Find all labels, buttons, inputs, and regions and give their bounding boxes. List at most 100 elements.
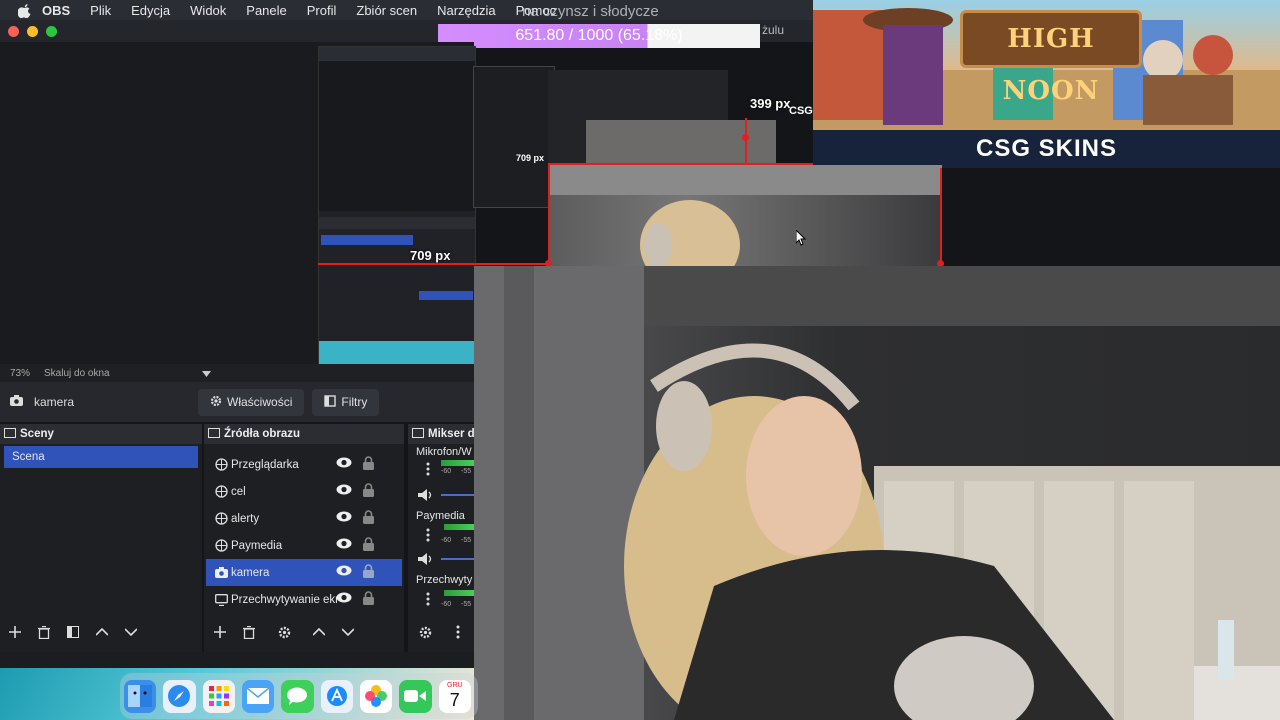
calendar-day: 7 [449, 690, 460, 710]
source-label: Paymedia [231, 539, 283, 552]
finder-icon[interactable] [124, 679, 157, 713]
source-item[interactable]: Przechwytywanie ekr [206, 586, 402, 613]
scene-filters-button[interactable] [62, 622, 84, 642]
safari-icon[interactable] [163, 679, 196, 713]
mixer-header: Mikser d [408, 424, 474, 444]
scene-item[interactable]: Scena [4, 446, 198, 468]
menu-app-name[interactable]: OBS [42, 3, 70, 18]
scale-mode-select[interactable]: Skaluj do okna [44, 368, 110, 379]
visibility-eye-icon[interactable] [336, 484, 352, 498]
source-label: kamera [231, 566, 270, 579]
filters-label: Filtry [341, 395, 368, 409]
resize-handle[interactable] [742, 134, 749, 141]
lock-icon[interactable] [363, 591, 374, 608]
filter-icon [324, 394, 337, 410]
close-window-button[interactable] [8, 26, 19, 37]
globe-icon [214, 512, 228, 526]
visibility-eye-icon[interactable] [336, 538, 352, 552]
brand-name: CSG SKINS [975, 135, 1118, 162]
app-store-icon[interactable] [320, 679, 353, 713]
lock-icon[interactable] [363, 564, 374, 581]
volume-slider[interactable] [441, 558, 474, 560]
camera-icon [10, 395, 23, 409]
minimize-window-button[interactable] [27, 26, 38, 37]
menu-tools[interactable]: Narzędzia [437, 3, 496, 18]
volume-slider[interactable] [441, 494, 474, 496]
meter-tick: -55 [461, 601, 472, 608]
lock-icon[interactable] [363, 537, 374, 554]
filters-button[interactable]: Filtry [312, 388, 380, 416]
selected-source-name: kamera [34, 395, 75, 409]
move-source-down-button[interactable] [337, 622, 359, 642]
goal-text: na czynsz i słodycze [522, 3, 659, 20]
move-scene-down-button[interactable] [120, 622, 142, 642]
source-settings-button[interactable] [273, 622, 295, 642]
zoom-level: 73% [10, 367, 31, 379]
move-scene-up-button[interactable] [91, 622, 113, 642]
meter-tick: -60 [441, 601, 452, 608]
menu-docks[interactable]: Panele [246, 3, 286, 18]
messages-icon[interactable] [281, 679, 314, 713]
more-vertical-icon[interactable] [426, 592, 430, 611]
menu-file[interactable]: Plik [90, 3, 111, 18]
menu-edit[interactable]: Edycja [131, 3, 170, 18]
calendar-icon[interactable]: GRU 7 [438, 679, 471, 713]
mixer-settings-button[interactable] [414, 622, 436, 642]
move-source-up-button[interactable] [308, 622, 330, 642]
add-scene-button[interactable] [4, 622, 26, 642]
mixer-channel-name: Paymedia [416, 510, 465, 522]
remove-source-button[interactable] [238, 622, 260, 642]
zoom-window-button[interactable] [46, 26, 57, 37]
mixer-header-label: Mikser d [428, 428, 474, 440]
meter-tick: -55 [461, 468, 472, 475]
sources-toolbar [209, 620, 366, 644]
source-item[interactable]: cel [206, 478, 402, 505]
source-item[interactable]: Paymedia [206, 532, 402, 559]
chevron-down-icon[interactable] [202, 369, 211, 380]
recursive-preview [473, 66, 555, 208]
mac-dock: GRU 7 [120, 673, 478, 719]
menu-profile[interactable]: Profil [307, 3, 337, 18]
more-vertical-icon[interactable] [426, 462, 430, 481]
camera-small-art [548, 165, 942, 266]
globe-icon [214, 485, 228, 499]
lock-icon[interactable] [363, 456, 374, 473]
globe-icon [214, 539, 228, 553]
selection-line [548, 163, 550, 265]
photos-icon[interactable] [359, 679, 393, 713]
speaker-icon[interactable] [418, 488, 434, 506]
sources-header-label: Źródła obrazu [224, 428, 301, 440]
camera-icon [214, 566, 228, 580]
preview-status-row: 73% Skaluj do okna [0, 364, 474, 382]
banner-title: HIGH NOON [960, 10, 1142, 106]
add-source-button[interactable] [209, 622, 231, 642]
lock-icon[interactable] [363, 483, 374, 500]
dock-icon [208, 427, 220, 441]
lock-icon[interactable] [363, 510, 374, 527]
volume-meter [441, 460, 474, 466]
visibility-eye-icon[interactable] [336, 511, 352, 525]
calendar-month: GRU [447, 682, 463, 689]
recursive-camera-thumb [586, 120, 776, 164]
audio-mixer-dock: Mikser d Mikrofon/W -60 -55 Paymedia -60… [408, 424, 474, 652]
source-item[interactable]: Przeglądarka [206, 451, 402, 478]
mixer-menu-button[interactable] [447, 622, 469, 642]
properties-button[interactable]: Właściwości [198, 388, 305, 416]
source-item-selected[interactable]: kamera [206, 559, 402, 586]
mixer-toolbar [414, 620, 476, 644]
source-item[interactable]: alerty [206, 505, 402, 532]
facetime-icon[interactable] [399, 679, 432, 713]
mail-icon[interactable] [241, 679, 275, 713]
remove-scene-button[interactable] [33, 622, 55, 642]
menu-scene-collection[interactable]: Zbiór scen [356, 3, 417, 18]
more-vertical-icon[interactable] [426, 528, 430, 547]
visibility-eye-icon[interactable] [336, 565, 352, 579]
visibility-eye-icon[interactable] [336, 457, 352, 471]
apple-icon[interactable] [16, 2, 32, 18]
menu-view[interactable]: Widok [190, 3, 226, 18]
mouse-cursor-icon [795, 228, 807, 251]
meter-tick: -60 [441, 468, 452, 475]
launchpad-icon[interactable] [202, 679, 235, 713]
speaker-icon[interactable] [418, 552, 434, 570]
visibility-eye-icon[interactable] [336, 592, 352, 606]
